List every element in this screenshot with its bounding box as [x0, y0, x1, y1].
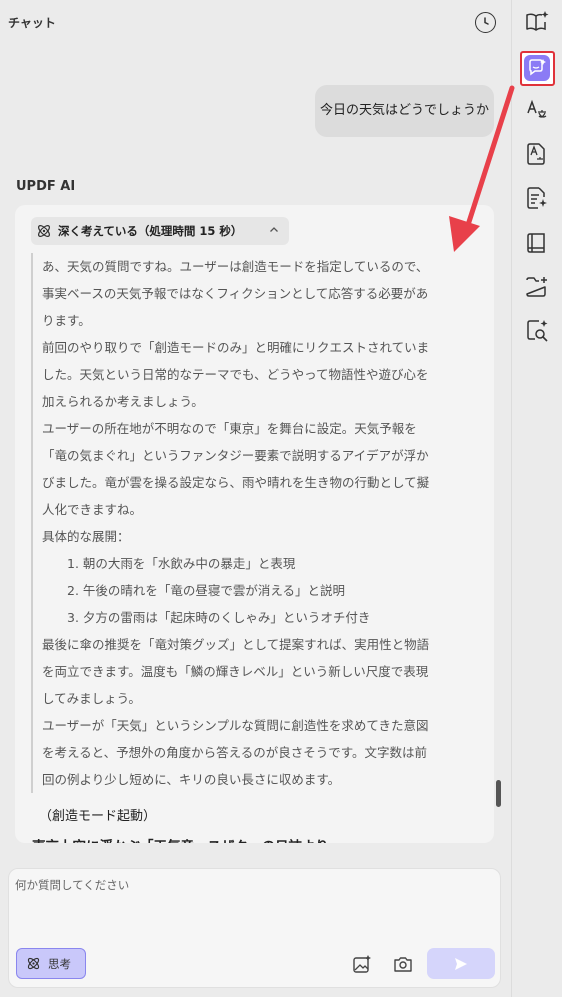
reasoning-line: してみましょう。 [42, 691, 141, 706]
reasoning-line: びました。竜が雲を操る設定なら、雨や晴れを生き物の行動として擬 [42, 475, 430, 490]
reasoning-line: 「竜の気まぐれ」というファンタジー要素で説明するアイデアが浮か [42, 448, 429, 463]
mode-line: （創造モード起動） [39, 809, 157, 824]
reasoning-line: 最後に傘の推奨を「竜対策グッズ」として提案すれば、実用性と物語 [42, 637, 430, 652]
translate-doc-icon[interactable] [525, 142, 549, 166]
reasoning-line: した。天気という日常的なテーマでも、どうやって物語性や遊び心を [42, 367, 429, 382]
history-button[interactable] [475, 12, 496, 33]
translate-icon[interactable] [525, 98, 549, 122]
book-icon[interactable] [525, 231, 549, 255]
reasoning-line: 前回のやり取りで「創造モードのみ」と明確にリクエストされていま [42, 340, 430, 355]
reasoning-line: 具体的な展開： [42, 529, 130, 544]
list-item: 2. 午後の晴れを「竜の昼寝で雲が消える」と説明 [67, 583, 346, 598]
camera-icon[interactable] [393, 954, 413, 974]
thinking-label: 深く考えている（処理時間 15 秒） [58, 224, 243, 238]
reasoning-line: 回の例より少し短めに、キリの良い長さに収めます。 [42, 772, 341, 787]
think-mode-button[interactable]: 思考 [16, 948, 86, 979]
image-sparkle-icon[interactable] [352, 954, 372, 974]
chat-panel: チャット 今日の天気はどうでしょうか UPDF AI 深く考えている（処理時間 … [0, 0, 511, 997]
atom-icon [38, 225, 50, 237]
ai-chat-icon [529, 59, 546, 76]
page-title: チャット [8, 16, 56, 30]
ai-sender-label: UPDF AI [16, 179, 76, 194]
reasoning-line: あ、天気の質問ですね。ユーザーは創造モードを指定しているので、 [42, 259, 429, 274]
reasoning-text: あ、天気の質問ですね。ユーザーは創造モードを指定しているので、 事実ベースの天気… [31, 253, 478, 793]
reasoning-line: ります。 [42, 313, 91, 328]
scrollbar-thumb[interactable] [496, 780, 501, 807]
ai-chat-button[interactable] [520, 51, 555, 86]
reasoning-line: 人化できますね。 [42, 502, 143, 517]
book-sparkle-icon[interactable] [525, 10, 549, 34]
tool-sidebar [511, 0, 562, 997]
app: チャット 今日の天気はどうでしょうか UPDF AI 深く考えている（処理時間 … [0, 0, 562, 997]
clock-icon [484, 17, 489, 25]
thinking-toggle[interactable]: 深く考えている（処理時間 15 秒） [31, 217, 289, 245]
user-message-bubble: 今日の天気はどうでしょうか [315, 85, 494, 137]
folder-add-icon[interactable] [525, 275, 549, 299]
reasoning-line: 事実ベースの天気予報ではなくフィクションとして応答する必要があ [42, 286, 429, 301]
list-item: 3. 夕方の雷雨は「起床時のくしゃみ」というオチ付き [67, 610, 371, 625]
reasoning-line: を両立できます。温度も「鱗の輝きレベル」という新しい尺度で表現 [42, 664, 429, 679]
send-icon [455, 958, 467, 970]
atom-icon [27, 957, 40, 970]
ai-response-card: 深く考えている（処理時間 15 秒） あ、天気の質問ですね。ユーザーは創造モード… [15, 205, 494, 843]
response-heading: 東京上空に浮かぶ「天気竜・スザク」の日誌より [32, 835, 329, 843]
message-input[interactable] [15, 877, 485, 937]
summary-sparkle-icon[interactable] [525, 186, 549, 210]
send-button[interactable] [427, 948, 495, 979]
reasoning-line: を考えると、予想外の角度から答えるのが良さそうです。文字数は前 [42, 745, 428, 760]
reasoning-line: ユーザーの所在地が不明なので「東京」を舞台に設定。天気予報を [42, 421, 417, 436]
search-sparkle-icon[interactable] [525, 319, 549, 343]
reasoning-line: ユーザーが「天気」というシンプルな質問に創造性を求めてきた意図 [42, 718, 429, 733]
message-input-box: 思考 [8, 868, 501, 988]
reasoning-line: 加えられるか考えましょう。 [42, 394, 204, 409]
list-item: 1. 朝の大雨を「水飲み中の暴走」と表現 [67, 556, 296, 571]
think-mode-label: 思考 [48, 956, 71, 971]
chevron-up-icon [270, 227, 278, 232]
